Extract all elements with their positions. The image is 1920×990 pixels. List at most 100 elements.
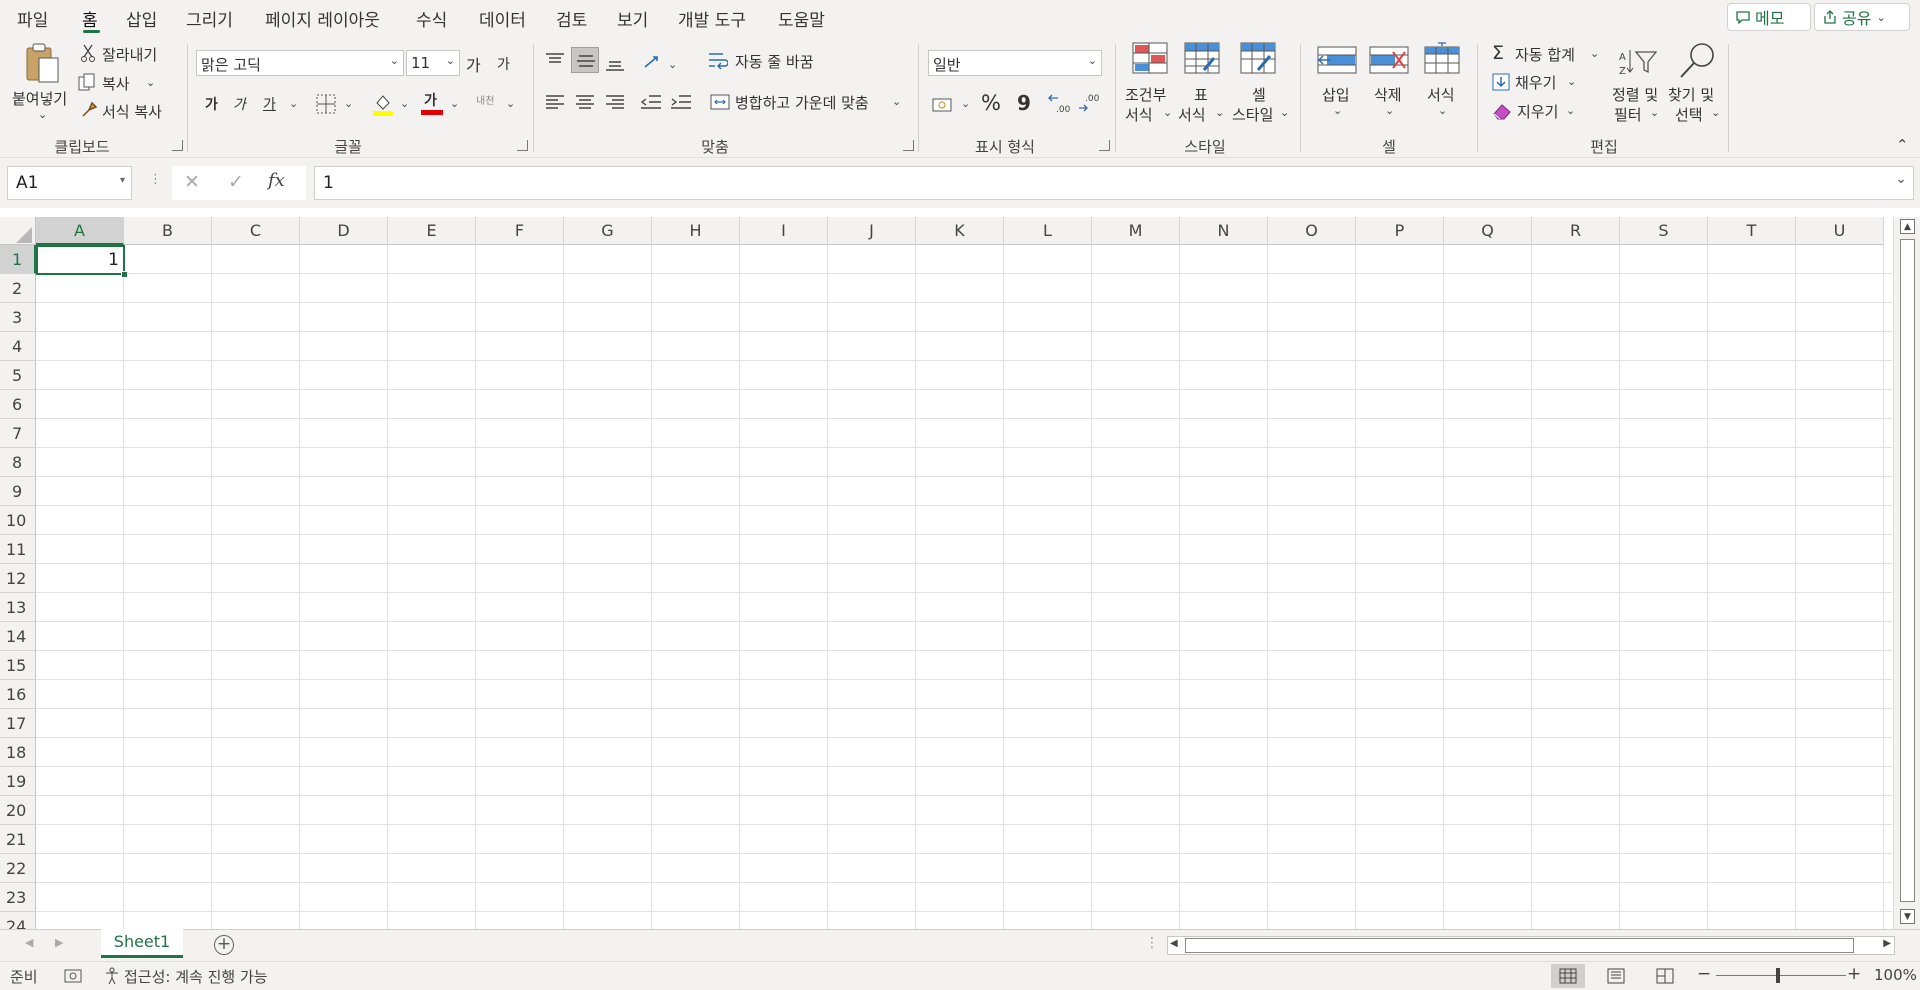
row-header[interactable]: 16 (0, 680, 36, 709)
conditional-format-button[interactable]: 조건부 서식 ⌄ (1120, 42, 1176, 128)
column-header[interactable]: L (1004, 217, 1092, 245)
align-right-icon[interactable] (605, 94, 625, 112)
zoom-in-icon[interactable]: + (1847, 964, 1861, 984)
decrease-decimal-icon[interactable]: .00 (1077, 92, 1101, 114)
row-header[interactable]: 9 (0, 477, 36, 506)
tab-page-layout[interactable]: 페이지 레이아웃 (265, 6, 380, 31)
add-sheet-icon[interactable]: + (214, 935, 234, 955)
tab-view[interactable]: 보기 (617, 6, 648, 31)
row-header[interactable]: 1 (0, 245, 36, 274)
zoom-slider-thumb[interactable] (1776, 968, 1780, 983)
italic-button[interactable]: 가 (233, 94, 246, 114)
percent-button[interactable]: % (981, 91, 1001, 115)
delete-cells-button[interactable]: 삭제 ⌄ (1367, 42, 1411, 128)
row-header[interactable]: 17 (0, 709, 36, 738)
sort-filter-button[interactable]: AZ 정렬 및 필터 ⌄ (1610, 42, 1666, 128)
active-cell-a1[interactable]: 1 (36, 245, 125, 275)
column-header[interactable]: M (1092, 217, 1180, 245)
font-color-button[interactable]: 가 (420, 90, 444, 116)
name-box[interactable]: A1 ▾ (7, 166, 132, 200)
zoom-slider[interactable] (1716, 975, 1846, 976)
format-as-table-button[interactable]: 표 서식 ⌄ (1178, 42, 1230, 128)
row-header[interactable]: 21 (0, 825, 36, 854)
row-header[interactable]: 5 (0, 361, 36, 390)
more-options-icon[interactable]: ⋮ (149, 172, 162, 187)
find-select-button[interactable]: 찾기 및 선택 ⌄ (1668, 42, 1726, 128)
cancel-icon[interactable]: ✕ (184, 171, 200, 193)
column-header[interactable]: B (124, 217, 212, 245)
memo-button[interactable]: 메모 (1727, 3, 1811, 31)
tab-developer[interactable]: 개발 도구 (678, 6, 746, 31)
worksheet-grid[interactable]: ABCDEFGHIJKLMNOPQRSTU 1 2 3 4 5 6 7 8 9 10 11 12 13 1… (0, 217, 1920, 929)
borders-icon[interactable] (316, 94, 336, 114)
row-header[interactable]: 11 (0, 535, 36, 564)
page-layout-view-icon[interactable] (1607, 968, 1625, 984)
zoom-level[interactable]: 100% (1874, 966, 1917, 984)
column-header[interactable]: E (388, 217, 476, 245)
row-header[interactable]: 3 (0, 303, 36, 332)
dialog-launcher-icon[interactable] (517, 140, 528, 151)
prev-sheet-icon[interactable]: ◀ (25, 936, 33, 949)
font-size-select[interactable]: 11 ⌄ (406, 50, 460, 76)
row-header[interactable]: 20 (0, 796, 36, 825)
splitter-handle-icon[interactable]: ⋮ (1145, 935, 1159, 951)
vertical-scrollbar[interactable]: ▲ ▼ (1893, 217, 1920, 929)
bold-button[interactable]: 가 (205, 94, 218, 114)
row-header[interactable]: 10 (0, 506, 36, 535)
row-header[interactable]: 24 (0, 912, 36, 929)
fill-button[interactable]: 채우기 ⌄ (1490, 71, 1580, 95)
font-name-select[interactable]: 맑은 고딕 ⌄ (196, 50, 404, 76)
column-header[interactable]: U (1796, 217, 1884, 245)
row-header[interactable]: 15 (0, 651, 36, 680)
tab-draw[interactable]: 그리기 (186, 6, 233, 31)
shrink-font-button[interactable]: 가 (497, 54, 510, 74)
page-break-view-icon[interactable] (1656, 968, 1674, 984)
fill-handle[interactable] (121, 271, 128, 278)
decrease-indent-icon[interactable] (640, 94, 662, 112)
row-header[interactable]: 8 (0, 448, 36, 477)
column-header[interactable]: S (1620, 217, 1708, 245)
align-center-icon[interactable] (575, 94, 595, 112)
insert-function-icon[interactable]: fx (268, 170, 285, 191)
comma-button[interactable]: 9 (1017, 91, 1031, 115)
row-header[interactable]: 22 (0, 854, 36, 883)
tab-help[interactable]: 도움말 (778, 6, 825, 31)
dialog-launcher-icon[interactable] (172, 140, 183, 151)
tab-formulas[interactable]: 수식 (416, 6, 447, 31)
row-header[interactable]: 12 (0, 564, 36, 593)
clear-button[interactable]: 지우기 ⌄ (1490, 100, 1580, 124)
tab-insert[interactable]: 삽입 (126, 6, 157, 31)
scroll-down-icon[interactable]: ▼ (1900, 909, 1915, 924)
column-header[interactable]: H (652, 217, 740, 245)
check-icon[interactable]: ✓ (228, 171, 244, 193)
column-header[interactable]: N (1180, 217, 1268, 245)
vertical-scroll-thumb[interactable] (1900, 239, 1915, 902)
column-header[interactable]: I (740, 217, 828, 245)
cell-styles-button[interactable]: 셀 스타일 ⌄ (1230, 42, 1290, 128)
next-sheet-icon[interactable]: ▶ (55, 936, 63, 949)
align-bottom-icon[interactable] (605, 56, 625, 72)
row-header[interactable]: 13 (0, 593, 36, 622)
column-header[interactable]: A (36, 217, 124, 245)
tab-file[interactable]: 파일 (17, 6, 48, 31)
scroll-up-icon[interactable]: ▲ (1900, 219, 1915, 234)
column-header[interactable]: F (476, 217, 564, 245)
column-header[interactable]: O (1268, 217, 1356, 245)
align-top-icon[interactable] (545, 52, 565, 68)
collapse-ribbon-icon[interactable]: ⌃ (1896, 136, 1909, 154)
phonetic-button[interactable]: 내천 (476, 92, 494, 107)
column-header[interactable]: G (564, 217, 652, 245)
zoom-out-icon[interactable]: − (1697, 964, 1711, 984)
accessibility-status[interactable]: 접근성: 계속 진행 가능 (104, 965, 304, 987)
grow-font-button[interactable]: 가 (466, 52, 481, 76)
tab-review[interactable]: 검토 (556, 6, 587, 31)
format-cells-button[interactable]: 서식 ⌄ (1420, 42, 1464, 128)
dialog-launcher-icon[interactable] (903, 140, 914, 151)
autosum-button[interactable]: Σ 자동 합계 ⌄ (1490, 42, 1600, 66)
dialog-launcher-icon[interactable] (1099, 140, 1110, 151)
column-header[interactable]: P (1356, 217, 1444, 245)
column-header[interactable]: T (1708, 217, 1796, 245)
row-header[interactable]: 23 (0, 883, 36, 912)
underline-button[interactable]: 가 (263, 94, 276, 114)
row-header[interactable]: 7 (0, 419, 36, 448)
